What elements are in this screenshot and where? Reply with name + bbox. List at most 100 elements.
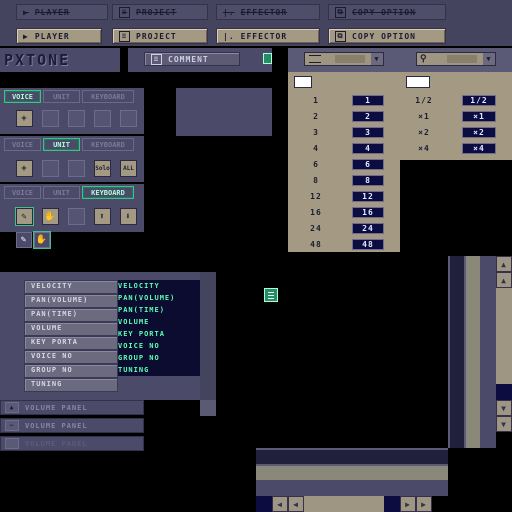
- scroll-left-button[interactable]: ◀: [272, 496, 288, 512]
- horizontal-scroll-track[interactable]: [256, 480, 448, 496]
- param-header[interactable]: PAN(TIME): [24, 308, 118, 322]
- document-icon: ≡: [151, 53, 162, 65]
- vertical-scroll-track-dark[interactable]: [448, 256, 464, 448]
- comment-button[interactable]: ≡ COMMENT: [144, 52, 240, 66]
- scroll-down-button[interactable]: ▼: [496, 400, 512, 416]
- scroll-down-button[interactable]: ▼: [496, 416, 512, 432]
- zoom-select[interactable]: ▼: [304, 52, 384, 66]
- copy-option-button[interactable]: ⧉ COPY OPTION: [328, 28, 446, 44]
- param-scrollbar[interactable]: [200, 272, 216, 416]
- zoom-option[interactable]: 24: [352, 223, 384, 234]
- param-header[interactable]: VOICE NO: [24, 350, 118, 364]
- unit-panel: VOICE UNIT KEYBOARD + Solo ALL: [0, 136, 144, 182]
- scale-option[interactable]: 1/2: [462, 95, 496, 106]
- keyboard-panel: VOICE UNIT KEYBOARD ✎ ✋ ⬆ ⬇: [0, 184, 144, 232]
- zoom-option[interactable]: 8: [352, 175, 384, 186]
- zoom-label: 6: [313, 160, 319, 169]
- tab-keyboard[interactable]: KEYBOARD: [82, 186, 134, 199]
- list-icon: [264, 288, 278, 302]
- scale-option[interactable]: ×4: [462, 143, 496, 154]
- scale-option[interactable]: ×1: [462, 111, 496, 122]
- scroll-thumb[interactable]: [496, 288, 512, 384]
- play-icon: ▶: [23, 31, 29, 41]
- pencil-tool-icon[interactable]: ✎: [16, 208, 33, 225]
- volume-panel-icon: —: [5, 420, 19, 431]
- zoom-option[interactable]: 16: [352, 207, 384, 218]
- solo-button[interactable]: Solo: [94, 160, 111, 177]
- vertical-scroll-track[interactable]: [480, 256, 496, 448]
- param-header[interactable]: VOLUME: [24, 322, 118, 336]
- volume-panel-label: VOLUME PANEL: [25, 403, 88, 412]
- arrow-up-icon[interactable]: ⬆: [94, 208, 111, 225]
- volume-panel-row[interactable]: ▲ VOLUME PANEL: [0, 400, 144, 415]
- zoom-option[interactable]: 4: [352, 143, 384, 154]
- zoom-option[interactable]: 6: [352, 159, 384, 170]
- scale-list: 1/2 1/2 ×1 ×1 ×2 ×2 ×4 ×4: [400, 72, 512, 160]
- zoom-edit-box[interactable]: [294, 76, 312, 88]
- tool-slot-2: [68, 160, 85, 177]
- scroll-up-button[interactable]: ▲: [496, 256, 512, 272]
- blank-panel: [176, 88, 272, 136]
- param-header[interactable]: TUNING: [24, 378, 118, 392]
- zoom-option[interactable]: 48: [352, 239, 384, 250]
- effector-button[interactable]: |. EFFECTOR: [216, 28, 320, 44]
- tab-voice[interactable]: VOICE: [4, 138, 41, 151]
- param-value: GROUP NO: [118, 354, 160, 362]
- tab-unit[interactable]: UNIT: [43, 90, 80, 103]
- scroll-up-button[interactable]: ▲: [496, 272, 512, 288]
- horizontal-scroll-track-light[interactable]: [256, 464, 448, 480]
- hand-tool-icon[interactable]: ✋: [34, 232, 50, 248]
- scale-label: 1/2: [415, 96, 433, 105]
- arrow-down-icon[interactable]: ⬇: [120, 208, 137, 225]
- param-header[interactable]: VELOCITY: [24, 280, 118, 294]
- tab-keyboard[interactable]: KEYBOARD: [82, 138, 134, 151]
- param-value: TUNING: [118, 366, 150, 374]
- zoom-option[interactable]: 1: [352, 95, 384, 106]
- tool-slot-1: [68, 208, 85, 225]
- logo: PXTONE: [4, 51, 71, 69]
- volume-panel-row[interactable]: VOLUME PANEL: [0, 436, 144, 451]
- zoom-label: 8: [313, 176, 319, 185]
- hand-tool-icon[interactable]: ✋: [42, 208, 59, 225]
- pencil-tool-icon[interactable]: ✎: [16, 232, 32, 248]
- param-value: VOLUME: [118, 318, 150, 326]
- scale-edit-box[interactable]: [406, 76, 430, 88]
- volume-panel-row[interactable]: — VOLUME PANEL: [0, 418, 144, 433]
- chevron-down-icon: ▼: [371, 53, 383, 65]
- scale-select[interactable]: ⚲ ▼: [416, 52, 496, 66]
- mini-tools: ✎ ✋: [16, 232, 50, 248]
- scroll-right-button[interactable]: ▶: [416, 496, 432, 512]
- param-header[interactable]: KEY PORTA: [24, 336, 118, 350]
- param-value: KEY PORTA: [118, 330, 165, 338]
- volume-panel-label: VOLUME PANEL: [25, 421, 88, 430]
- scroll-left-button[interactable]: ◀: [288, 496, 304, 512]
- project-button[interactable]: ≡ PROJECT: [112, 28, 208, 44]
- tool-slot-2: [68, 110, 85, 127]
- tool-slot-1: [42, 160, 59, 177]
- zoom-option[interactable]: 3: [352, 127, 384, 138]
- scroll-thumb[interactable]: [304, 496, 384, 512]
- zoom-option[interactable]: 2: [352, 111, 384, 122]
- param-header[interactable]: PAN(VOLUME): [24, 294, 118, 308]
- magnifier-icon: ⚲: [420, 54, 428, 64]
- tab-voice[interactable]: VOICE: [4, 186, 41, 199]
- tab-keyboard[interactable]: KEYBOARD: [82, 90, 134, 103]
- scroll-right-button[interactable]: ▶: [400, 496, 416, 512]
- tab-unit[interactable]: UNIT: [43, 138, 80, 151]
- play-icon: ▶: [23, 7, 29, 17]
- scale-option[interactable]: ×2: [462, 127, 496, 138]
- vertical-scroll-track-light[interactable]: [464, 256, 480, 448]
- param-header[interactable]: GROUP NO: [24, 364, 118, 378]
- horizontal-scroll-track-dark[interactable]: [256, 448, 448, 464]
- comment-indicator-icon: [263, 53, 272, 64]
- zoom-label: 1: [313, 96, 319, 105]
- add-voice-button[interactable]: +: [16, 110, 33, 127]
- all-button[interactable]: ALL: [120, 160, 137, 177]
- volume-panel-icon: [5, 438, 19, 449]
- tab-unit[interactable]: UNIT: [43, 186, 80, 199]
- tab-voice[interactable]: VOICE: [4, 90, 41, 103]
- param-value: VOICE NO: [118, 342, 160, 350]
- zoom-option[interactable]: 12: [352, 191, 384, 202]
- add-unit-button[interactable]: +: [16, 160, 33, 177]
- player-button[interactable]: ▶ PLAYER: [16, 28, 102, 44]
